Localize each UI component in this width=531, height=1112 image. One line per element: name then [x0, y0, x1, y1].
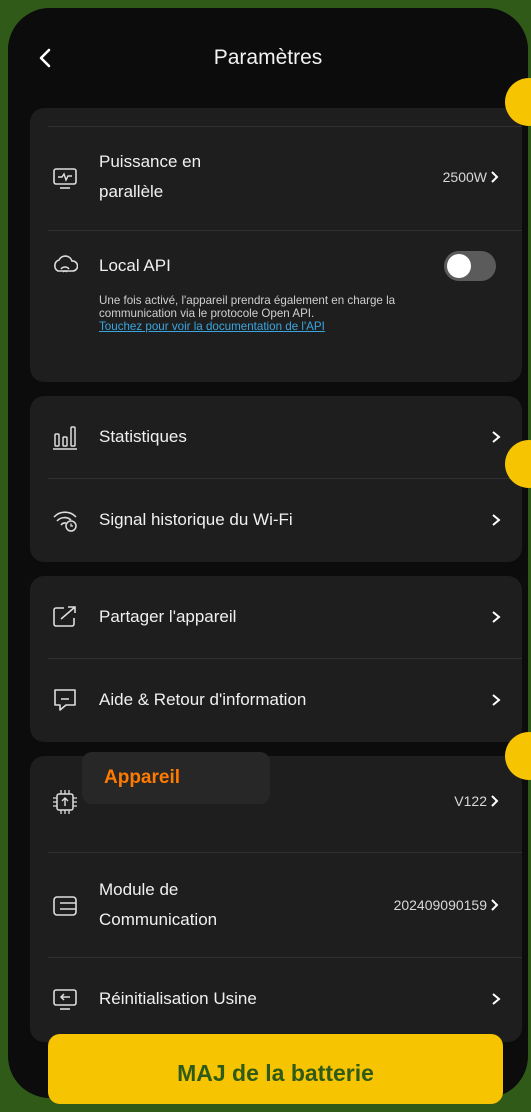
settings-card-share: Partager l'appareil Aide & Retour d'info… [30, 576, 522, 742]
share-icon [53, 606, 76, 627]
monitor-pulse-icon [53, 168, 77, 189]
chevron-right-icon [491, 899, 499, 911]
settings-card-stats: Statistiques Signal historique du Wi-Fi [30, 396, 522, 562]
communication-module-label: Module de Communication [99, 875, 217, 935]
module-icon [53, 896, 77, 916]
row-share-device[interactable]: Partager l'appareil [30, 576, 522, 658]
local-api-label: Local API [99, 256, 171, 275]
help-feedback-label: Aide & Retour d'information [99, 690, 307, 709]
toggle-knob [447, 254, 471, 278]
chevron-right-icon [492, 431, 501, 443]
communication-module-value: 202409090159 [394, 897, 500, 913]
device-highlight-label: Appareil [82, 752, 270, 804]
row-statistics[interactable]: Statistiques [30, 396, 522, 478]
chevron-right-icon [492, 993, 501, 1005]
device-version: V122 [454, 793, 500, 809]
desc-line: communication via le protocole Open API. [99, 307, 315, 320]
row-factory-reset[interactable]: Réinitialisation Usine [30, 958, 522, 1042]
row-parallel-power[interactable]: Puissance en parallèle 2500W [30, 127, 522, 230]
value-text: 2500W [442, 169, 487, 185]
chevron-right-icon [491, 795, 499, 807]
chevron-right-icon [492, 611, 501, 623]
row-help-feedback[interactable]: Aide & Retour d'information [30, 659, 522, 742]
cloud-wifi-icon [54, 255, 78, 273]
bar-chart-icon [53, 426, 77, 450]
label-line: Puissance en [99, 152, 202, 171]
api-docs-link[interactable]: Touchez pour voir la documentation de l'… [99, 320, 499, 333]
value-text: V122 [454, 793, 487, 809]
row-wifi-history[interactable]: Signal historique du Wi-Fi [30, 479, 522, 562]
factory-reset-label: Réinitialisation Usine [99, 989, 257, 1008]
settings-card-power: Puissance en parallèle 2500W Local API U… [30, 108, 522, 382]
phone-screen: Paramètres Puissance en parallèle 2500W [8, 8, 528, 1098]
chevron-right-icon [491, 171, 499, 183]
chevron-right-icon [492, 694, 501, 706]
statistics-label: Statistiques [99, 427, 187, 446]
label-line: Communication [99, 910, 218, 929]
feedback-icon [54, 689, 76, 711]
top-bar: Paramètres [8, 8, 528, 108]
label-line: parallèle [99, 182, 164, 201]
share-device-label: Partager l'appareil [99, 607, 237, 626]
local-api-description: Une fois activé, l'appareil prendra égal… [99, 294, 499, 333]
page-title: Paramètres [213, 46, 323, 69]
desc-line: Une fois activé, l'appareil prendra égal… [99, 294, 396, 307]
parallel-power-label: Puissance en parallèle [99, 147, 201, 207]
factory-reset-icon [53, 989, 77, 1010]
row-local-api: Local API Une fois activé, l'appareil pr… [30, 231, 522, 382]
parallel-power-value: 2500W [443, 169, 500, 185]
local-api-toggle[interactable] [444, 251, 496, 281]
row-communication-module[interactable]: Module de Communication 202409090159 [30, 853, 522, 957]
battery-update-banner[interactable]: MAJ de la batterie [48, 1034, 503, 1104]
chip-upload-icon [53, 790, 77, 814]
wifi-history-icon [53, 511, 77, 532]
label-line: Module de [99, 880, 179, 899]
chevron-right-icon [492, 514, 501, 526]
wifi-history-label: Signal historique du Wi-Fi [99, 510, 293, 529]
value-text: 202409090159 [393, 897, 487, 913]
